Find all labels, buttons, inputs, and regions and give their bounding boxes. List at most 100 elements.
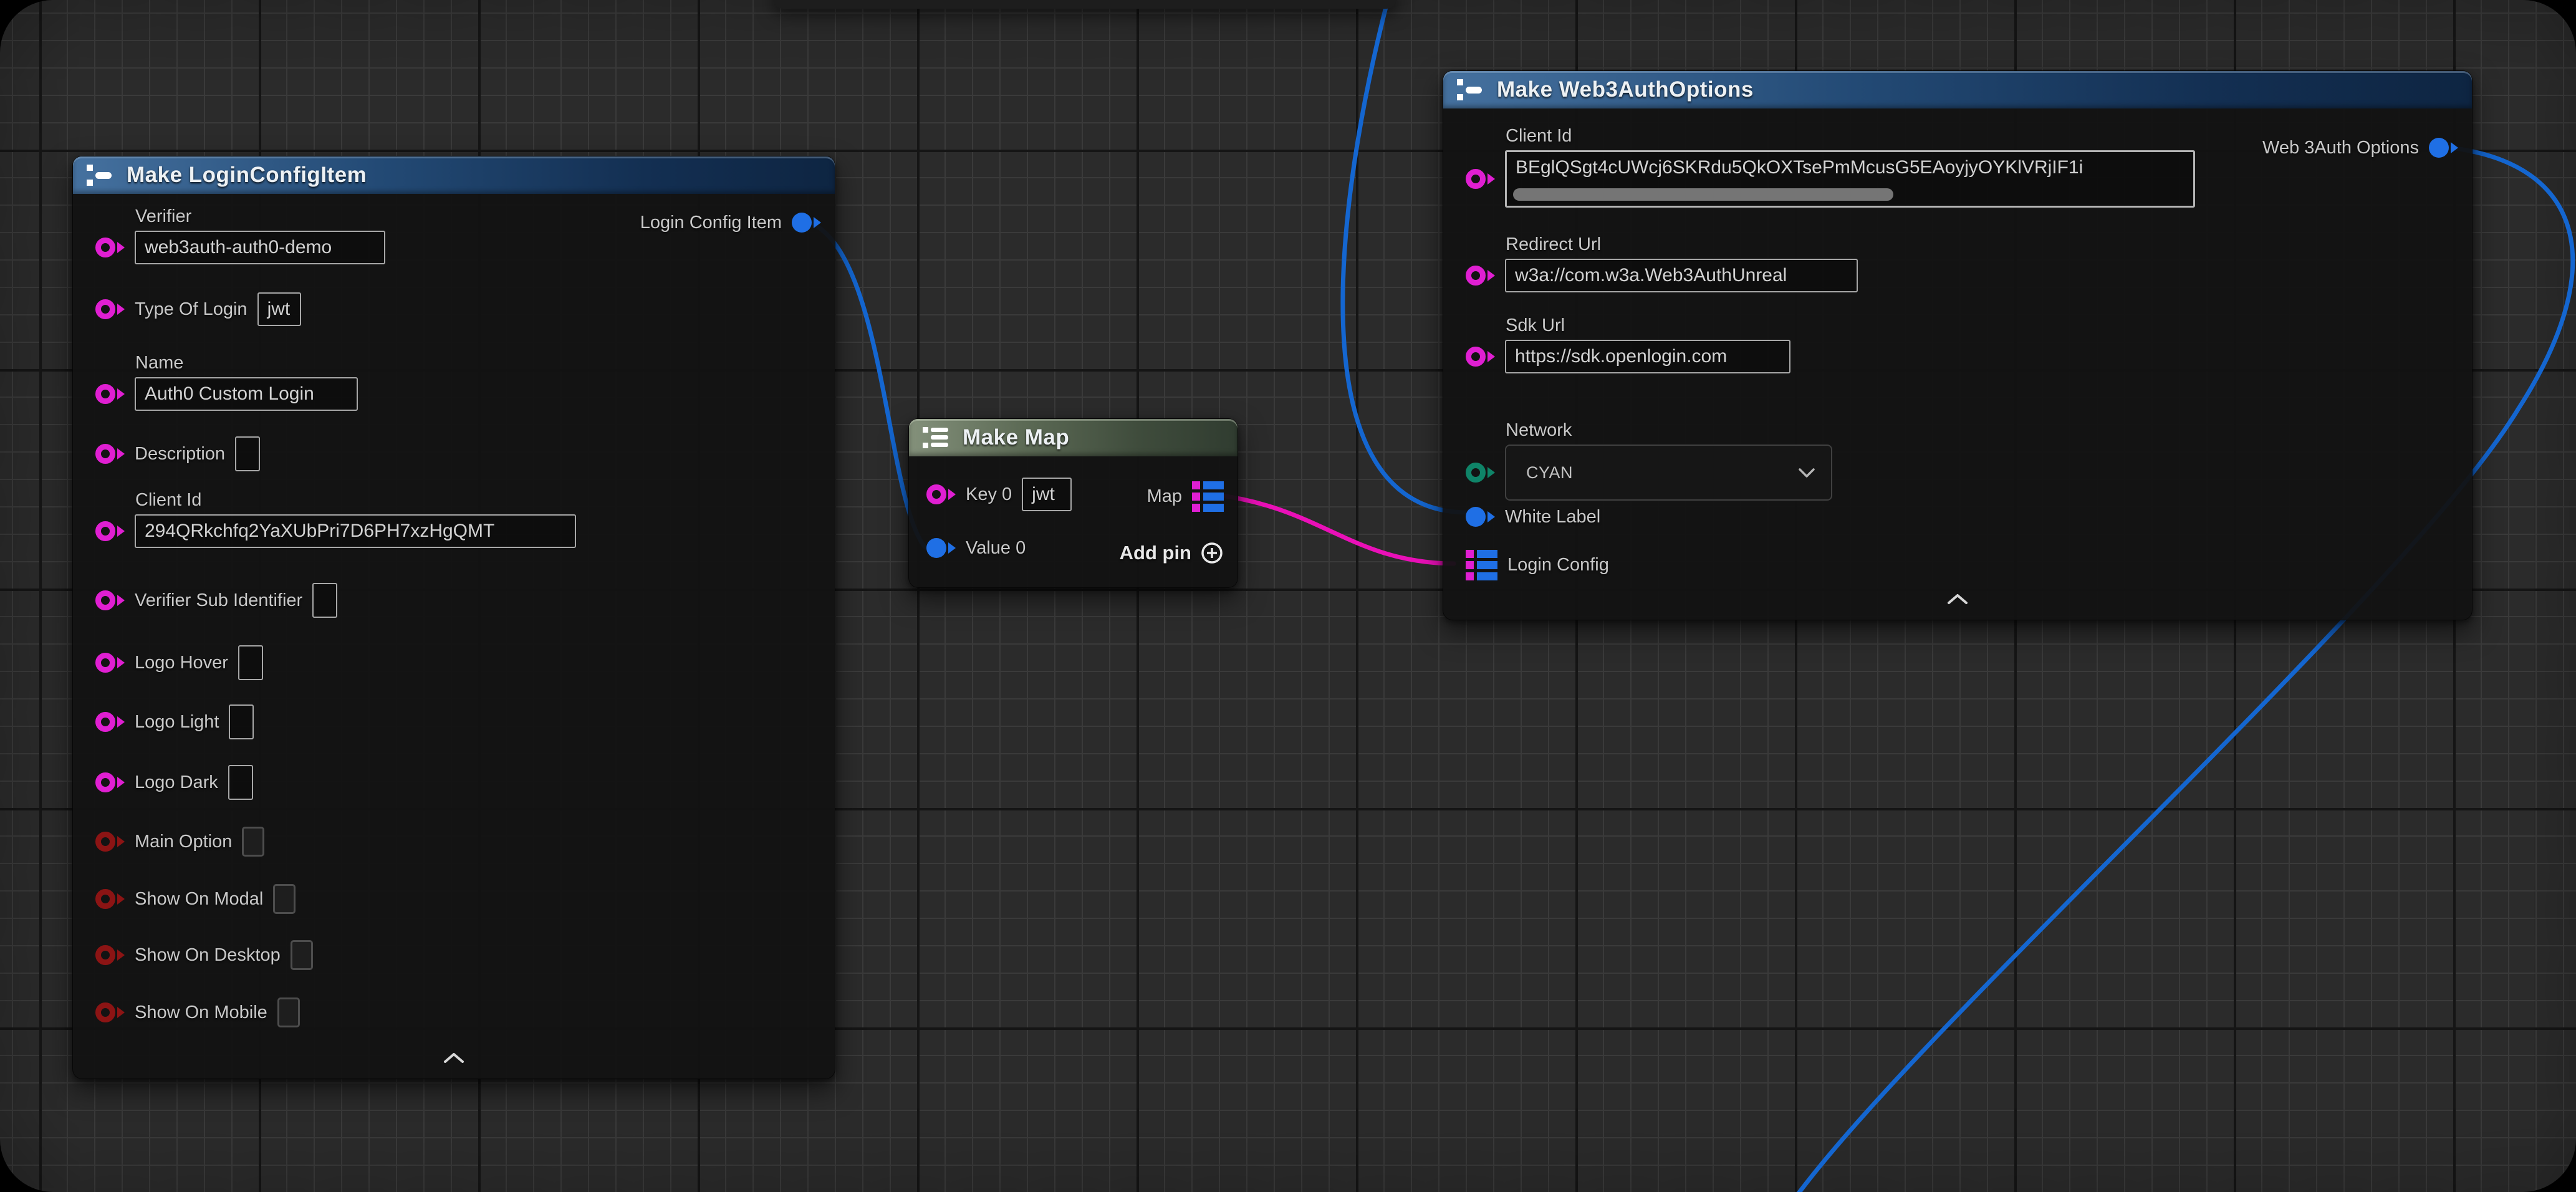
sdk-url-input[interactable]: https://sdk.openlogin.com — [1505, 340, 1790, 373]
verifier-sub-identifier-input[interactable] — [312, 583, 337, 618]
make-map-icon — [921, 425, 951, 450]
pin-label: Logo Dark — [135, 772, 218, 793]
string-pin[interactable] — [95, 712, 125, 732]
main-option-checkbox[interactable] — [242, 827, 264, 857]
make-struct-icon — [1456, 77, 1486, 103]
boolean-pin[interactable] — [95, 1002, 125, 1022]
map-pin[interactable] — [1466, 550, 1497, 580]
pin-row-client-id: Client Id BEglQSgt4cUWcj6SKRdu5QkOXTsePm… — [1466, 126, 2195, 208]
pin-row-show-on-desktop: Show On Desktop — [95, 936, 313, 974]
add-pin-button[interactable]: Add pin — [1120, 541, 1224, 565]
pin-label: Login Config — [1507, 555, 1609, 575]
node-header[interactable]: Make LoginConfigItem — [73, 156, 835, 194]
node-header[interactable]: Make Map — [909, 419, 1238, 456]
pin-row-network: Network CYAN — [1466, 420, 1832, 501]
string-pin[interactable] — [95, 384, 125, 404]
logo-dark-input[interactable] — [228, 765, 253, 800]
boolean-pin[interactable] — [95, 889, 125, 909]
string-pin[interactable] — [95, 772, 125, 792]
verifier-input[interactable]: web3auth-auth0-demo — [135, 231, 385, 264]
string-pin[interactable] — [95, 521, 125, 541]
string-pin[interactable] — [95, 444, 125, 464]
enum-pin[interactable] — [1466, 463, 1495, 483]
pin-label: Show On Desktop — [135, 945, 281, 966]
pin-label: Sdk Url — [1506, 315, 1790, 336]
network-dropdown[interactable]: CYAN — [1505, 445, 1832, 501]
pin-row-logo-dark: Logo Dark — [95, 764, 253, 801]
pin-label: Verifier — [135, 206, 385, 227]
redirect-url-input[interactable]: w3a://com.w3a.Web3AuthUnreal — [1505, 259, 1858, 292]
make-struct-icon — [85, 162, 115, 188]
node-make-map[interactable]: Make Map Key 0 jwt Value 0 Map Add pin — [908, 418, 1238, 588]
pin-row-description: Description — [95, 435, 260, 473]
pin-row-logo-hover: Logo Hover — [95, 644, 263, 681]
output-pin-web3auth-options[interactable] — [2429, 138, 2458, 158]
node-header[interactable]: Make Web3AuthOptions — [1443, 71, 2472, 108]
boolean-pin[interactable] — [95, 832, 125, 852]
client-id-scrollbar[interactable] — [1513, 188, 1893, 201]
pin-label: Key 0 — [966, 484, 1012, 505]
collapse-chevron-icon[interactable] — [1947, 594, 1968, 605]
pin-row-verifier: Verifier web3auth-auth0-demo — [95, 206, 385, 264]
object-pin-connected[interactable] — [926, 538, 956, 558]
network-selected-value: CYAN — [1526, 463, 1573, 483]
string-pin[interactable] — [1466, 347, 1495, 367]
node-make-loginconfigitem[interactable]: Make LoginConfigItem Login Config Item V… — [72, 156, 835, 1079]
show-on-mobile-checkbox[interactable] — [277, 997, 300, 1027]
collapse-chevron-icon[interactable] — [443, 1052, 464, 1064]
blueprint-canvas[interactable]: Make LoginConfigItem Login Config Item V… — [0, 0, 2576, 1192]
pin-row-login-config: Login Config — [1466, 546, 1609, 584]
pin-label: Name — [135, 353, 358, 373]
wire-map-to-login-config[interactable] — [1217, 495, 1454, 564]
pin-row-value-0: Value 0 — [926, 529, 1026, 567]
pin-label: Logo Hover — [135, 653, 228, 673]
node-title: Make Map — [963, 425, 1069, 450]
string-pin[interactable] — [926, 484, 956, 504]
boolean-pin[interactable] — [95, 945, 125, 965]
pin-label: Client Id — [1506, 126, 2195, 147]
pin-row-web3auth-options-out: Web 3Auth Options — [2262, 129, 2458, 166]
pin-row-client-id: Client Id 294QRkchfq2YaXUbPri7D6PH7xzHgQ… — [95, 490, 576, 548]
pin-label: Show On Modal — [135, 889, 263, 910]
dropdown-chevron-icon — [1799, 468, 1815, 478]
string-pin[interactable] — [95, 238, 125, 257]
pin-row-login-config-item-out: Login Config Item — [640, 204, 821, 241]
client-id-text: BEglQSgt4cUWcj6SKRdu5QkOXTsePmMcusG5EAoy… — [1516, 157, 2183, 178]
object-pin-connected[interactable] — [1466, 507, 1495, 527]
pin-row-white-label: White Label — [1466, 498, 1600, 536]
pin-row-logo-light: Logo Light — [95, 703, 254, 741]
node-make-web3authoptions[interactable]: Make Web3AuthOptions Web 3Auth Options C… — [1443, 70, 2473, 620]
show-on-modal-checkbox[interactable] — [273, 884, 296, 914]
pin-label: Show On Mobile — [135, 1002, 267, 1023]
string-pin[interactable] — [1466, 266, 1495, 286]
client-id-input[interactable]: BEglQSgt4cUWcj6SKRdu5QkOXTsePmMcusG5EAoy… — [1505, 150, 2195, 208]
string-pin[interactable] — [95, 653, 125, 673]
description-input[interactable] — [235, 436, 260, 471]
pin-label: Network — [1506, 420, 1832, 441]
pin-label: Type Of Login — [135, 299, 248, 320]
map-pin[interactable] — [1192, 481, 1224, 512]
pin-row-key-0: Key 0 jwt — [926, 476, 1072, 513]
type-of-login-input[interactable]: jwt — [257, 292, 301, 326]
pin-row-name: Name Auth0 Custom Login — [95, 353, 358, 411]
client-id-input[interactable]: 294QRkchfq2YaXUbPri7D6PH7xzHgQMT — [135, 514, 576, 548]
logo-hover-input[interactable] — [238, 645, 263, 680]
string-pin[interactable] — [1466, 169, 1495, 189]
string-pin[interactable] — [95, 299, 125, 319]
add-pin-plus-icon — [1200, 541, 1224, 565]
pin-row-redirect-url: Redirect Url w3a://com.w3a.Web3AuthUnrea… — [1466, 234, 1858, 292]
pin-row-sdk-url: Sdk Url https://sdk.openlogin.com — [1466, 315, 1790, 373]
add-pin-label: Add pin — [1120, 542, 1191, 564]
output-pin-login-config-item[interactable] — [792, 213, 821, 233]
string-pin[interactable] — [95, 590, 125, 610]
key-0-input[interactable]: jwt — [1022, 478, 1072, 511]
pin-label: Redirect Url — [1506, 234, 1858, 255]
pin-label: Main Option — [135, 832, 232, 852]
pin-row-map-out: Map — [1147, 478, 1224, 515]
name-input[interactable]: Auth0 Custom Login — [135, 377, 358, 411]
logo-light-input[interactable] — [229, 704, 254, 739]
show-on-desktop-checkbox[interactable] — [291, 940, 313, 970]
pin-row-main-option: Main Option — [95, 823, 264, 860]
pin-label: Value 0 — [966, 538, 1026, 559]
node-title: Make Web3AuthOptions — [1497, 77, 1754, 102]
